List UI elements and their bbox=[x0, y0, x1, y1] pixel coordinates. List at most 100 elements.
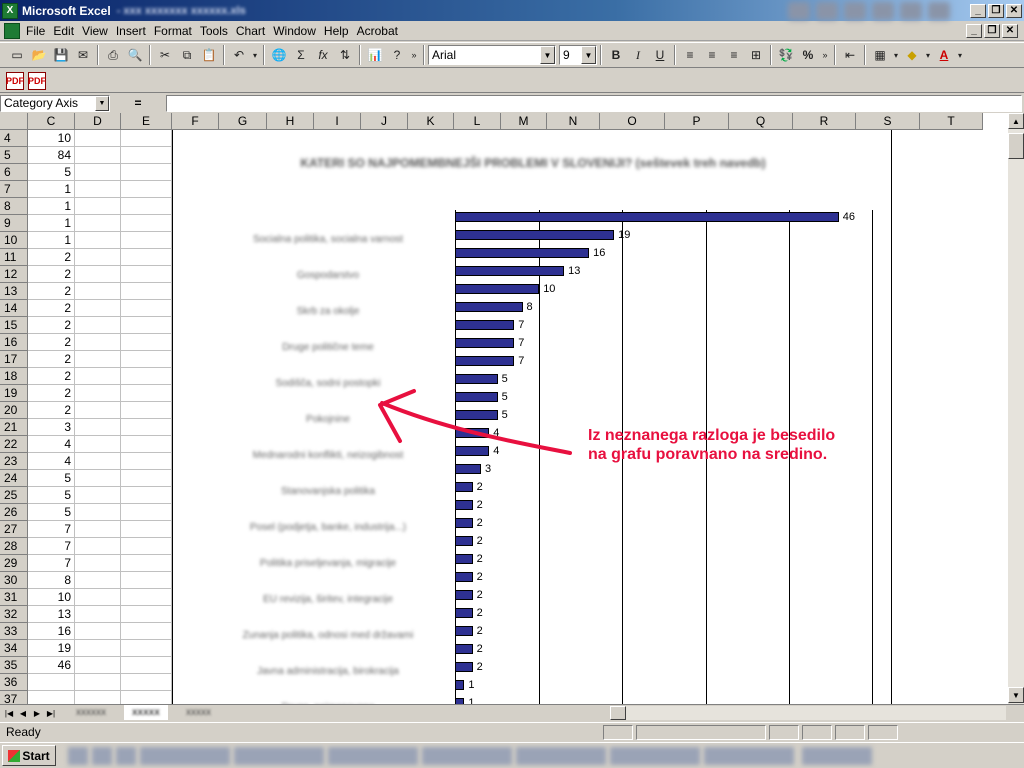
scroll-up-arrow-icon[interactable]: ▲ bbox=[1008, 113, 1024, 129]
spreadsheet-grid[interactable]: CDEFGHIJKLMNOPQRST 4 10 5 84 6 5 7 1 8 1 9 1 10 1 11 2 1… bbox=[0, 113, 1007, 704]
column-header-e[interactable]: E bbox=[121, 113, 172, 130]
chart-bar[interactable] bbox=[456, 212, 839, 222]
first-sheet-icon[interactable]: |◀ bbox=[2, 706, 16, 720]
copy-icon[interactable]: ⧉ bbox=[176, 44, 198, 66]
fill-dropdown-icon[interactable]: ▾ bbox=[923, 44, 933, 66]
chart-wizard-icon[interactable]: 📊 bbox=[364, 44, 386, 66]
column-header-s[interactable]: S bbox=[856, 113, 920, 130]
row-header[interactable]: 12 bbox=[0, 266, 28, 283]
chart-title[interactable]: KATERI SO NAJPOMEMBNEJŠI PROBLEMI V SLOV… bbox=[283, 154, 783, 172]
cell-c[interactable]: 2 bbox=[28, 402, 75, 419]
cell-c[interactable]: 7 bbox=[28, 555, 75, 572]
chart-bar[interactable] bbox=[456, 320, 515, 330]
more-buttons-icon[interactable]: » bbox=[408, 44, 420, 66]
cell-c[interactable]: 2 bbox=[28, 300, 75, 317]
chart-bar[interactable] bbox=[456, 248, 590, 258]
column-header-h[interactable]: H bbox=[267, 113, 314, 130]
select-all-corner[interactable] bbox=[0, 113, 28, 130]
row-header[interactable]: 28 bbox=[0, 538, 28, 555]
column-header-n[interactable]: N bbox=[547, 113, 600, 130]
chart-bar[interactable] bbox=[456, 284, 540, 294]
blurred-task-button[interactable] bbox=[610, 746, 700, 765]
horizontal-scrollbar[interactable] bbox=[610, 706, 1006, 720]
row-header[interactable]: 14 bbox=[0, 300, 28, 317]
chart-bar[interactable] bbox=[456, 266, 565, 276]
borders-dropdown-icon[interactable]: ▾ bbox=[891, 44, 901, 66]
last-sheet-icon[interactable]: ▶| bbox=[44, 706, 58, 720]
font-color-icon[interactable]: A bbox=[933, 44, 955, 66]
chart-bar[interactable] bbox=[456, 608, 473, 618]
cell-c[interactable]: 5 bbox=[28, 164, 75, 181]
scroll-thumb[interactable] bbox=[1008, 133, 1024, 159]
chart-bar[interactable] bbox=[456, 644, 473, 654]
cell-c[interactable]: 4 bbox=[28, 453, 75, 470]
chevron-down-icon[interactable]: ▼ bbox=[95, 95, 109, 111]
scroll-left-arrow-icon[interactable] bbox=[610, 706, 626, 720]
formula-equals-sign[interactable]: = bbox=[110, 96, 166, 110]
row-header[interactable]: 27 bbox=[0, 521, 28, 538]
menu-edit[interactable]: Edit bbox=[49, 21, 78, 41]
menu-insert[interactable]: Insert bbox=[112, 21, 150, 41]
chart-bar[interactable] bbox=[456, 482, 473, 492]
category-axis-label[interactable]: Javna administracija, birokracija bbox=[203, 666, 453, 677]
chart-bar[interactable] bbox=[456, 302, 523, 312]
cell-c[interactable]: 19 bbox=[28, 640, 75, 657]
menu-chart[interactable]: Chart bbox=[232, 21, 269, 41]
cut-icon[interactable]: ✂ bbox=[154, 44, 176, 66]
cell-c[interactable]: 10 bbox=[28, 589, 75, 606]
row-header[interactable]: 22 bbox=[0, 436, 28, 453]
cell-c[interactable]: 5 bbox=[28, 504, 75, 521]
cell-c[interactable]: 13 bbox=[28, 606, 75, 623]
row-header[interactable]: 31 bbox=[0, 589, 28, 606]
prev-sheet-icon[interactable]: ◀ bbox=[16, 706, 30, 720]
percent-button[interactable]: % bbox=[797, 44, 819, 66]
blurred-task-button[interactable] bbox=[234, 746, 324, 765]
cell-c[interactable]: 3 bbox=[28, 419, 75, 436]
menu-acrobat[interactable]: Acrobat bbox=[353, 21, 402, 41]
sort-icon[interactable]: ⇅ bbox=[334, 44, 356, 66]
menu-tools[interactable]: Tools bbox=[196, 21, 232, 41]
help-icon[interactable]: ? bbox=[386, 44, 408, 66]
cell-c[interactable]: 16 bbox=[28, 623, 75, 640]
row-header[interactable]: 32 bbox=[0, 606, 28, 623]
chevron-down-icon[interactable]: ▼ bbox=[581, 46, 596, 64]
italic-button[interactable]: I bbox=[627, 44, 649, 66]
menu-window[interactable]: Window bbox=[269, 21, 320, 41]
align-center-icon[interactable]: ≡ bbox=[701, 44, 723, 66]
cell-c[interactable]: 2 bbox=[28, 317, 75, 334]
row-header[interactable]: 7 bbox=[0, 181, 28, 198]
borders-icon[interactable]: ▦ bbox=[869, 44, 891, 66]
blurred-task-button[interactable] bbox=[140, 746, 230, 765]
scroll-down-arrow-icon[interactable]: ▼ bbox=[1008, 687, 1024, 703]
column-header-m[interactable]: M bbox=[501, 113, 547, 130]
cell-c[interactable]: 2 bbox=[28, 249, 75, 266]
row-header[interactable]: 33 bbox=[0, 623, 28, 640]
column-header-r[interactable]: R bbox=[793, 113, 856, 130]
chart-bar[interactable] bbox=[456, 536, 473, 546]
paste-icon[interactable]: 📋 bbox=[198, 44, 220, 66]
font-color-dropdown-icon[interactable]: ▾ bbox=[955, 44, 965, 66]
row-header[interactable]: 26 bbox=[0, 504, 28, 521]
chart-bar[interactable] bbox=[456, 680, 465, 690]
blurred-quicklaunch-icon[interactable] bbox=[68, 746, 88, 765]
cell-c[interactable]: 84 bbox=[28, 147, 75, 164]
row-header[interactable]: 17 bbox=[0, 351, 28, 368]
row-header[interactable]: 4 bbox=[0, 130, 28, 147]
restore-window-button[interactable]: ❐ bbox=[988, 3, 1004, 18]
formula-input[interactable] bbox=[166, 94, 1022, 112]
category-axis-label[interactable]: Gospodarstvo bbox=[203, 270, 453, 281]
blurred-task-button[interactable] bbox=[328, 746, 418, 765]
convert-and-email-pdf-icon[interactable]: PDF bbox=[28, 71, 46, 90]
chart-bar[interactable] bbox=[456, 518, 473, 528]
convert-to-pdf-icon[interactable]: PDF bbox=[6, 71, 24, 90]
category-axis-label[interactable]: Druge politične teme bbox=[203, 342, 453, 353]
row-header[interactable]: 18 bbox=[0, 368, 28, 385]
merge-center-icon[interactable]: ⊞ bbox=[745, 44, 767, 66]
sheet-tab[interactable]: xxxxx bbox=[178, 705, 219, 720]
cell-c[interactable]: 2 bbox=[28, 283, 75, 300]
align-left-icon[interactable]: ≡ bbox=[679, 44, 701, 66]
row-header[interactable]: 13 bbox=[0, 283, 28, 300]
cell-c[interactable] bbox=[28, 674, 75, 691]
blurred-quicklaunch-icon[interactable] bbox=[92, 746, 112, 765]
close-window-button[interactable]: ✕ bbox=[1006, 3, 1022, 18]
